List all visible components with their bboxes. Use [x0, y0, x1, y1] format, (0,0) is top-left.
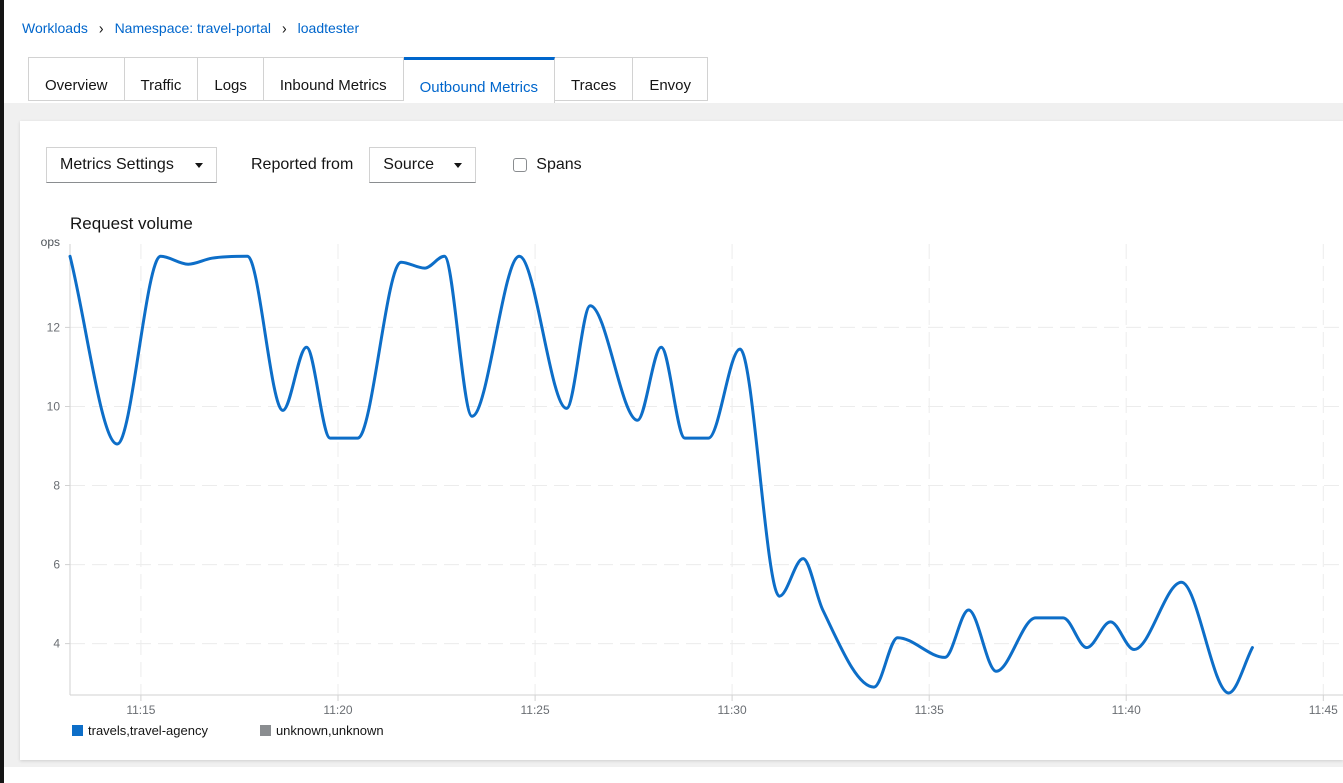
page-header: Workloads › Namespace: travel-portal › l…	[0, 0, 1343, 103]
source-value: Source	[383, 156, 434, 174]
metrics-settings-dropdown[interactable]: Metrics Settings	[46, 147, 217, 183]
breadcrumb: Workloads › Namespace: travel-portal › l…	[0, 0, 1343, 36]
metrics-settings-label: Metrics Settings	[60, 156, 174, 174]
tab-traces[interactable]: Traces	[555, 57, 633, 101]
legend-label: unknown,unknown	[276, 723, 384, 738]
source-dropdown[interactable]: Source	[369, 147, 476, 183]
chart-legend: travels,travel-agency unknown,unknown	[72, 723, 1343, 738]
spans-checkbox[interactable]	[513, 158, 527, 172]
svg-text:11:15: 11:15	[126, 703, 155, 717]
chart-canvas[interactable]: 12 10 8 6 4 11:15 11:20 11:25 11:30 11:35 11:40 11:…	[20, 234, 1343, 719]
spans-toggle[interactable]: Spans	[513, 156, 581, 174]
svg-text:6: 6	[53, 558, 60, 572]
tab-envoy[interactable]: Envoy	[633, 57, 708, 101]
legend-item[interactable]: travels,travel-agency	[72, 723, 208, 738]
svg-text:10: 10	[47, 400, 61, 414]
legend-item[interactable]: unknown,unknown	[260, 723, 384, 738]
request-volume-chart: 12 10 8 6 4 11:15 11:20 11:25 11:30 11:35 11:40 11:…	[20, 234, 1343, 738]
content-area: Metrics Settings Reported from Source Sp…	[0, 103, 1343, 767]
svg-text:11:25: 11:25	[521, 703, 550, 717]
chart-title: Request volume	[70, 214, 1343, 234]
spans-label: Spans	[536, 156, 581, 174]
legend-swatch	[260, 725, 271, 736]
svg-text:11:45: 11:45	[1309, 703, 1338, 717]
tab-overview[interactable]: Overview	[28, 57, 125, 101]
breadcrumb-link-namespace[interactable]: Namespace: travel-portal	[115, 20, 271, 36]
breadcrumb-separator-icon: ›	[282, 19, 287, 37]
chevron-down-icon	[454, 163, 462, 168]
tab-traffic[interactable]: Traffic	[125, 57, 199, 101]
svg-text:ops: ops	[41, 235, 60, 249]
svg-text:11:40: 11:40	[1112, 703, 1141, 717]
sidebar-edge	[0, 0, 4, 783]
tab-bar: Overview Traffic Logs Inbound Metrics Ou…	[28, 57, 1343, 103]
breadcrumb-link-workload[interactable]: loadtester	[298, 20, 359, 36]
svg-text:4: 4	[53, 637, 60, 651]
legend-swatch	[72, 725, 83, 736]
chevron-down-icon	[195, 163, 203, 168]
breadcrumb-separator-icon: ›	[99, 19, 104, 37]
tab-inbound-metrics[interactable]: Inbound Metrics	[264, 57, 404, 101]
svg-text:12: 12	[47, 320, 61, 334]
svg-text:8: 8	[53, 479, 60, 493]
metrics-toolbar: Metrics Settings Reported from Source Sp…	[20, 121, 1343, 183]
legend-label: travels,travel-agency	[88, 723, 208, 738]
metrics-card: Metrics Settings Reported from Source Sp…	[20, 121, 1343, 760]
svg-text:11:30: 11:30	[718, 703, 747, 717]
tab-logs[interactable]: Logs	[198, 57, 264, 101]
breadcrumb-link-workloads[interactable]: Workloads	[22, 20, 88, 36]
reported-from-label: Reported from	[251, 156, 353, 174]
svg-text:11:20: 11:20	[323, 703, 352, 717]
svg-text:11:35: 11:35	[915, 703, 944, 717]
tab-outbound-metrics[interactable]: Outbound Metrics	[404, 57, 555, 103]
